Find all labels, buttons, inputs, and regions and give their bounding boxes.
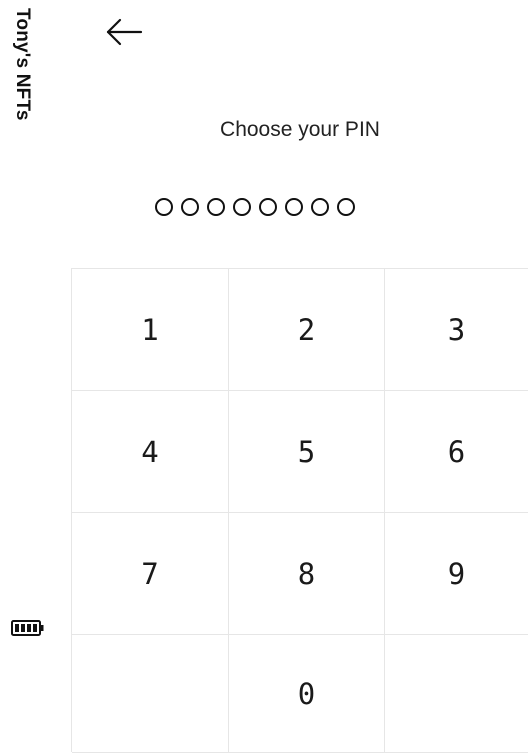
pin-dot (311, 198, 329, 216)
key-5[interactable]: 5 (229, 391, 385, 513)
key-2[interactable]: 2 (229, 269, 385, 391)
pin-dot (259, 198, 277, 216)
battery-icon (11, 620, 44, 636)
pin-dot (233, 198, 251, 216)
back-button[interactable] (104, 14, 144, 50)
pin-keypad: 1 2 3 4 5 6 7 8 9 0 (71, 268, 528, 753)
pin-dot (285, 198, 303, 216)
key-0[interactable]: 0 (229, 635, 385, 753)
key-1[interactable]: 1 (72, 269, 229, 391)
key-3[interactable]: 3 (385, 269, 528, 391)
key-8[interactable]: 8 (229, 513, 385, 635)
pin-prompt: Choose your PIN (220, 118, 380, 141)
pin-dot (207, 198, 225, 216)
key-4[interactable]: 4 (72, 391, 229, 513)
pin-dot (337, 198, 355, 216)
key-9[interactable]: 9 (385, 513, 528, 635)
app-title: Tony's NFTs (12, 8, 33, 121)
key-7[interactable]: 7 (72, 513, 229, 635)
key-6[interactable]: 6 (385, 391, 528, 513)
pin-dot (155, 198, 173, 216)
pin-indicator (155, 198, 355, 216)
pin-dot (181, 198, 199, 216)
key-empty-right (385, 635, 528, 753)
key-empty-left (72, 635, 229, 753)
back-arrow-icon (106, 18, 143, 46)
